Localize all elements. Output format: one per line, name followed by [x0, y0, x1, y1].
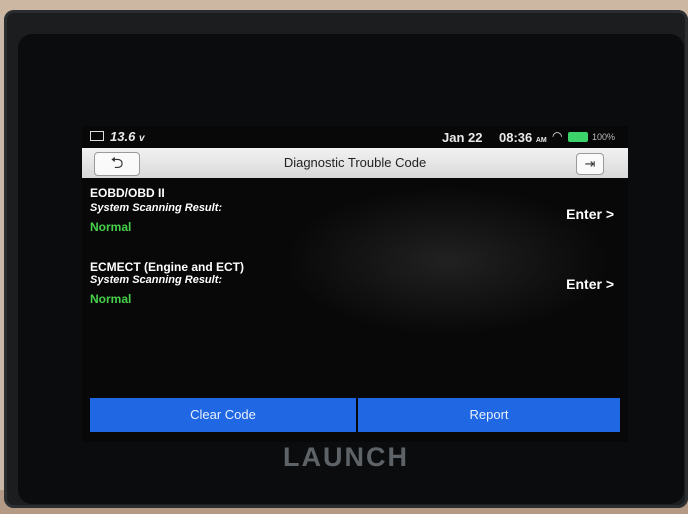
voltage-unit: v — [138, 133, 145, 144]
wifi-icon: ◠ — [552, 129, 563, 143]
enter-button-ecmect[interactable]: Enter > — [566, 276, 614, 292]
system-name: ECMECT (Engine and ECT) — [90, 260, 244, 274]
scan-tool-device: 13.6 v Jan 22 08:36 AM ◠ 100% ⮌ Diagnost… — [4, 10, 688, 508]
device-screen: 13.6 v Jan 22 08:36 AM ◠ 100% ⮌ Diagnost… — [82, 126, 628, 442]
battery-level-icon — [568, 132, 588, 142]
system-name: EOBD/OBD II — [90, 186, 165, 200]
system-entry-ecmect[interactable]: ECMECT (Engine and ECT) System Scanning … — [90, 260, 620, 306]
system-result-label: System Scanning Result: — [90, 202, 223, 214]
system-result-label: System Scanning Result: — [90, 274, 223, 286]
car-battery-icon — [90, 131, 104, 141]
report-button[interactable]: Report — [358, 398, 620, 432]
battery-percent: 100% — [592, 132, 616, 142]
system-result-value: Normal — [90, 220, 132, 234]
launch-logo: LAUNCH — [283, 442, 409, 472]
status-bar: 13.6 v Jan 22 08:36 AM ◠ 100% — [82, 126, 628, 148]
status-date: Jan 22 — [442, 130, 483, 145]
system-entry-eobd[interactable]: EOBD/OBD II System Scanning Result: Norm… — [90, 186, 620, 234]
title-bar: ⮌ Diagnostic Trouble Code ⇥ — [82, 148, 628, 178]
exit-icon: ⇥ — [584, 156, 596, 171]
voltage-readout: 13.6 v — [110, 129, 145, 144]
enter-button-eobd[interactable]: Enter > — [566, 206, 614, 222]
status-time: 08:36 AM — [499, 130, 547, 145]
clear-code-button[interactable]: Clear Code — [90, 398, 356, 432]
system-result-value: Normal — [90, 292, 132, 306]
status-time-suffix: AM — [535, 137, 547, 144]
exit-button[interactable]: ⇥ — [576, 153, 604, 175]
status-time-value: 08:36 — [499, 130, 533, 145]
page-title: Diagnostic Trouble Code — [283, 155, 427, 170]
voltage-value: 13.6 — [110, 129, 136, 144]
